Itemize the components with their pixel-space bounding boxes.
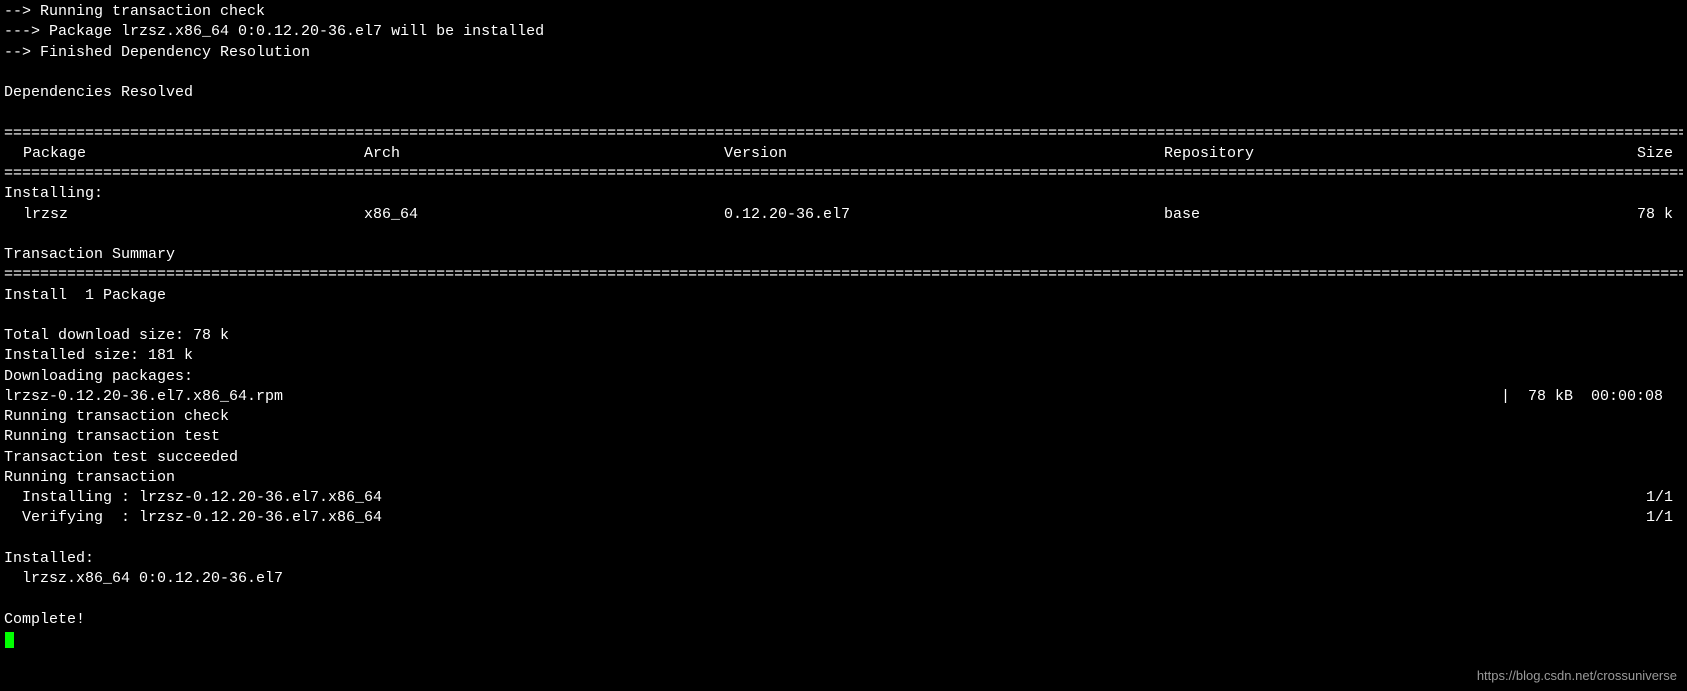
table-header-row: Package Arch Version Repository Size (4, 144, 1683, 164)
download-status: | 78 kB 00:00:08 (1501, 387, 1683, 407)
cell-arch: x86_64 (364, 205, 724, 225)
col-header-package: Package (4, 144, 364, 164)
table-row: lrzsz x86_64 0.12.20-36.el7 base 78 k (4, 205, 1683, 225)
line: ---> Package lrzsz.x86_64 0:0.12.20-36.e… (4, 22, 1683, 42)
line: Running transaction check (4, 407, 1683, 427)
download-file: lrzsz-0.12.20-36.el7.x86_64.rpm (4, 387, 1501, 407)
line: Total download size: 78 k (4, 326, 1683, 346)
divider: ========================================… (4, 124, 1683, 144)
line: Running transaction (4, 468, 1683, 488)
line: Running transaction test (4, 427, 1683, 447)
cell-package: lrzsz (4, 205, 364, 225)
col-header-repository: Repository (1164, 144, 1504, 164)
col-header-version: Version (724, 144, 1164, 164)
line (4, 63, 1683, 83)
progress-row: Installing : lrzsz-0.12.20-36.el7.x86_64… (4, 488, 1683, 508)
line: --> Running transaction check (4, 2, 1683, 22)
line (4, 529, 1683, 549)
progress-label: Installing : lrzsz-0.12.20-36.el7.x86_64 (4, 488, 1646, 508)
line (4, 103, 1683, 123)
summary-line: Install 1 Package (4, 286, 1683, 306)
terminal-output: --> Running transaction check ---> Packa… (0, 0, 1687, 652)
line: lrzsz.x86_64 0:0.12.20-36.el7 (4, 569, 1683, 589)
line (4, 306, 1683, 326)
line: Complete! (4, 610, 1683, 630)
blank-line (4, 225, 1683, 245)
prompt-line[interactable] (4, 630, 1683, 650)
watermark: https://blog.csdn.net/crossuniverse (1477, 667, 1677, 685)
line: --> Finished Dependency Resolution (4, 43, 1683, 63)
line (4, 589, 1683, 609)
col-header-arch: Arch (364, 144, 724, 164)
section-label: Installing: (4, 184, 1683, 204)
cell-version: 0.12.20-36.el7 (724, 205, 1164, 225)
cell-repository: base (1164, 205, 1504, 225)
cell-size: 78 k (1504, 205, 1683, 225)
progress-count: 1/1 (1646, 488, 1683, 508)
progress-count: 1/1 (1646, 508, 1683, 528)
progress-row: Verifying : lrzsz-0.12.20-36.el7.x86_64 … (4, 508, 1683, 528)
col-header-size: Size (1504, 144, 1683, 164)
divider: ========================================… (4, 265, 1683, 285)
progress-label: Verifying : lrzsz-0.12.20-36.el7.x86_64 (4, 508, 1646, 528)
line: Transaction test succeeded (4, 448, 1683, 468)
summary-title: Transaction Summary (4, 245, 1683, 265)
divider: ========================================… (4, 164, 1683, 184)
line: Installed size: 181 k (4, 346, 1683, 366)
line: Downloading packages: (4, 367, 1683, 387)
cursor-icon (5, 632, 14, 648)
line: Installed: (4, 549, 1683, 569)
line: Dependencies Resolved (4, 83, 1683, 103)
download-row: lrzsz-0.12.20-36.el7.x86_64.rpm | 78 kB … (4, 387, 1683, 407)
